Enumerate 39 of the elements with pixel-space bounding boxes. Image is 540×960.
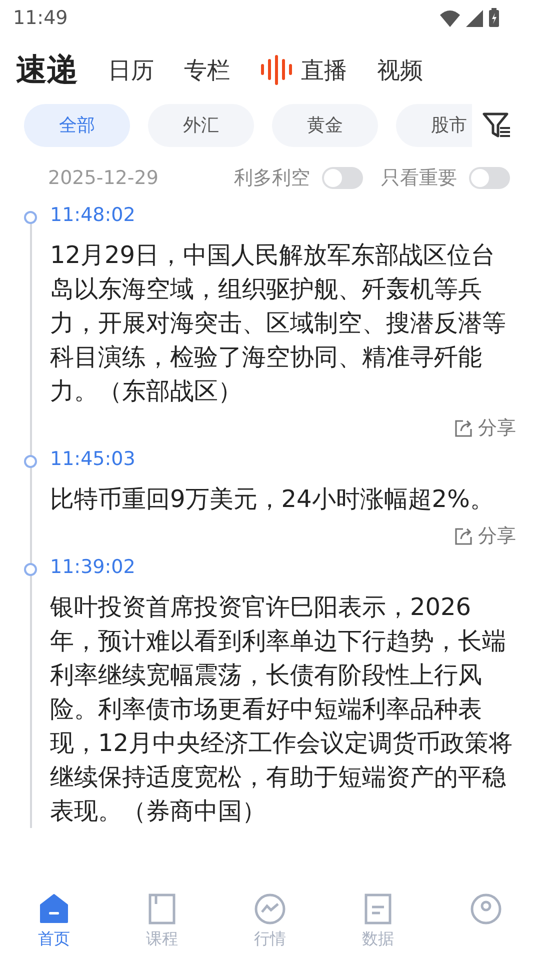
share-button[interactable]: 分享 — [454, 415, 516, 441]
category-chip[interactable]: 黄金 — [272, 104, 378, 146]
chart-circle-icon — [254, 893, 286, 925]
sound-wave-icon — [260, 55, 293, 85]
toggle-label: 只看重要 — [381, 166, 457, 191]
home-icon — [38, 893, 70, 925]
top-tab[interactable]: 专栏 — [184, 54, 230, 86]
news-time: 11:39:02 — [50, 556, 136, 580]
share-icon — [454, 526, 473, 546]
toggle-switch[interactable] — [469, 167, 510, 189]
news-text: 比特币重回9万美元，24小时涨幅超2%。 — [50, 484, 495, 515]
toggle-switch[interactable] — [322, 167, 363, 189]
category-chip[interactable]: 全部 — [24, 104, 130, 146]
clock: 11:49 — [13, 7, 68, 29]
battery-icon — [488, 8, 500, 28]
top-tab[interactable]: 视频 — [377, 54, 423, 86]
timeline-dot — [24, 563, 37, 576]
filter-icon[interactable] — [482, 111, 511, 139]
timeline-dot — [24, 455, 37, 468]
date-label: 2025-12-29 — [48, 167, 160, 189]
signal-icon — [465, 8, 484, 28]
person-circle-icon — [470, 893, 502, 925]
book-icon — [146, 893, 178, 925]
news-text: 银叶投资首席投资官许巳阳表示，2026年，预计难以看到利率单边下行趋势，长端利率继续宽幅震荡，长债有阶段性上行风险。利率债市场更看好中短端利率品种表现，12月中央经济工作会议定调货币政策将继续保持适度宽松，有助于短端资产的平稳表现。（券商中国） — [50, 592, 514, 827]
news-time: 11:48:02 — [50, 204, 136, 228]
top-tab[interactable]: 速递 — [16, 49, 78, 91]
share-button[interactable]: 分享 — [454, 523, 516, 549]
news-time: 11:45:03 — [50, 448, 136, 472]
category-chip[interactable]: 外汇 — [148, 104, 254, 146]
top-tab[interactable]: 日历 — [108, 54, 154, 86]
category-chip[interactable]: 股市 — [396, 104, 472, 146]
share-icon — [454, 418, 473, 438]
document-icon — [362, 893, 394, 925]
toggle-label: 利多利空 — [234, 166, 310, 191]
nav-tab[interactable]: 首页 — [0, 885, 108, 960]
top-tab[interactable]: 直播 — [260, 54, 347, 86]
timeline-dot — [24, 211, 37, 224]
news-text: 12月29日，中国人民解放军东部战区位台岛以东海空域，组织驱护舰、歼轰机等兵力，开展对海突击、区域制空、搜潜反潜等科目演练，检验了海空协同、精准寻歼能力。（东部战区） — [50, 240, 507, 407]
wifi-icon — [439, 9, 461, 27]
